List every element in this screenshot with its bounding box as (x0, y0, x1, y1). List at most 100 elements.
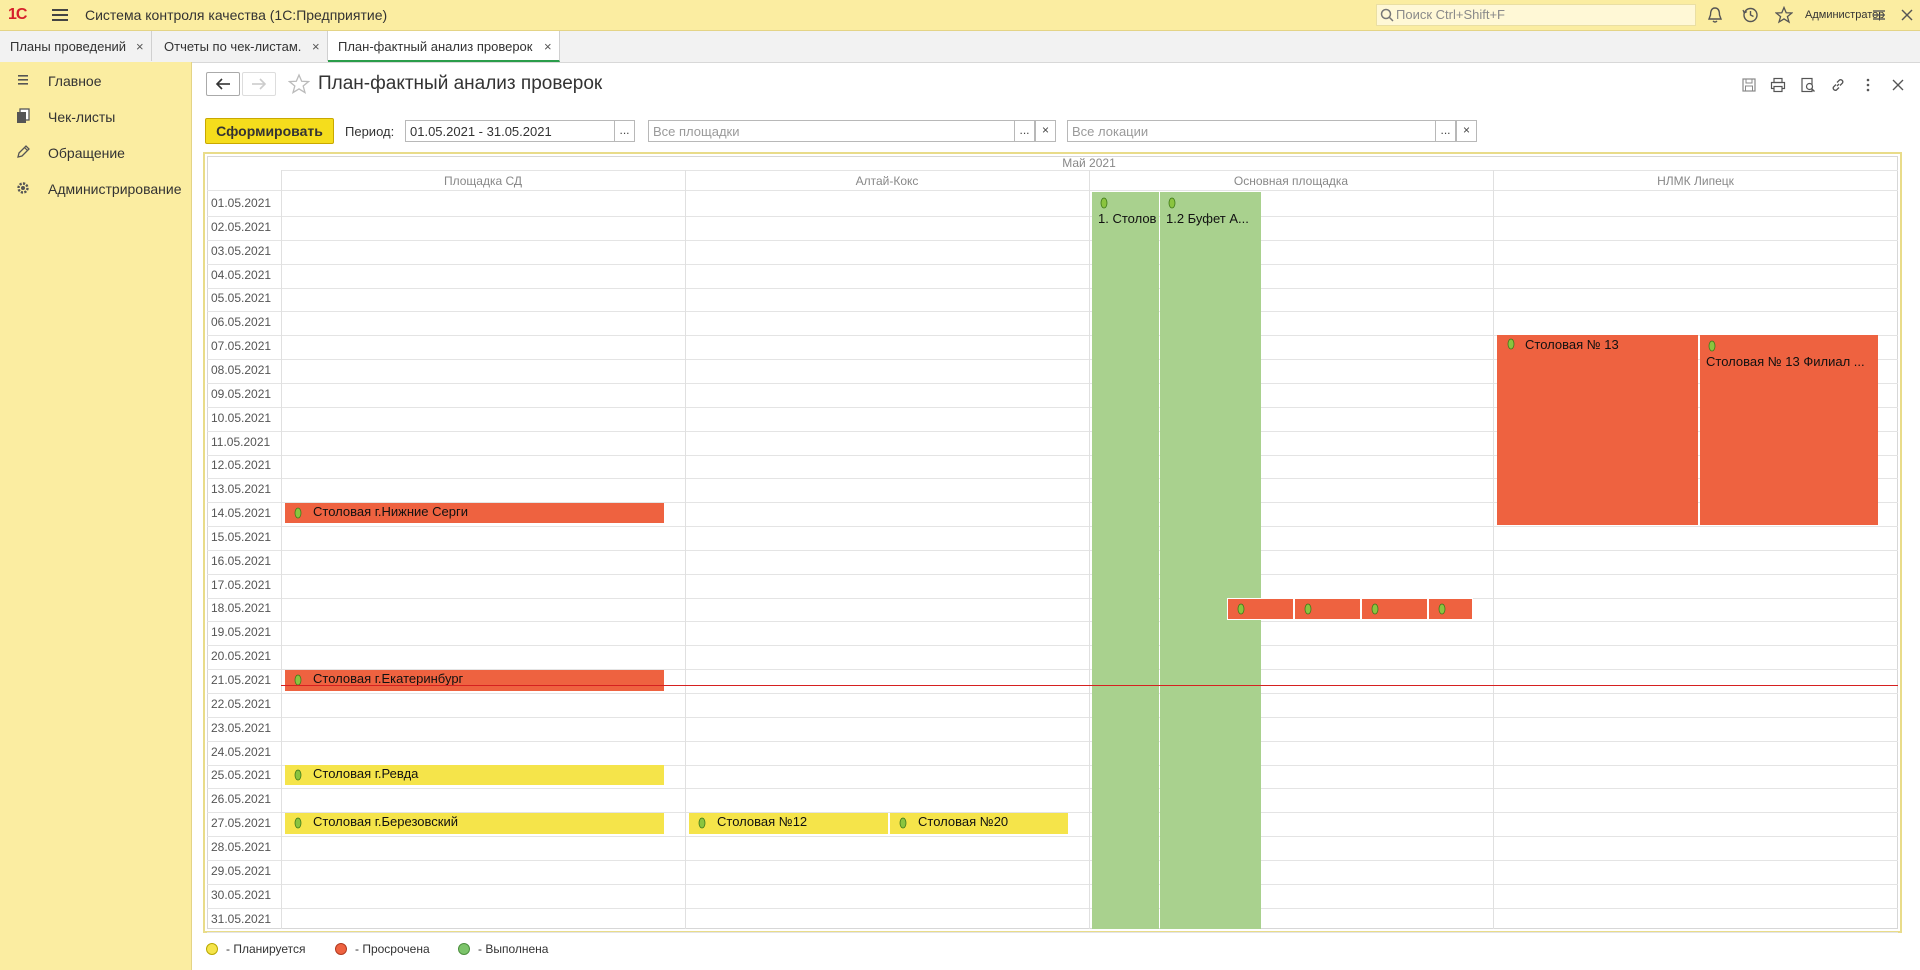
date-label: 27.05.2021 (211, 816, 272, 830)
search-icon (1380, 8, 1394, 22)
back-button[interactable] (206, 72, 240, 96)
sites-clear-button[interactable]: × (1035, 120, 1056, 142)
event-bar-overdue[interactable]: Столовая № 13 (1497, 335, 1698, 525)
event-bar-overdue[interactable] (1227, 598, 1294, 620)
date-label: 18.05.2021 (211, 601, 272, 615)
sites-field[interactable]: Все площадки (648, 120, 1015, 142)
legend-dot-done (458, 943, 470, 955)
history-icon[interactable] (1741, 6, 1759, 24)
print-icon[interactable] (1770, 77, 1786, 93)
grid-hline (207, 550, 1898, 551)
tab-checklist-reports[interactable]: Отчеты по чек-листам. × (152, 31, 328, 61)
date-label: 22.05.2021 (211, 697, 272, 711)
date-label: 24.05.2021 (211, 745, 272, 759)
event-bar-planned[interactable]: Столовая №20 (890, 813, 1068, 834)
event-label: 1.2 Буфет А... (1166, 211, 1249, 226)
sidebar-item-label: Обращение (48, 145, 125, 161)
tab-bar: Планы проведений × Отчеты по чек-листам.… (0, 31, 1920, 63)
grid-hline (207, 526, 1898, 527)
event-label: Столовая г.Екатеринбург (313, 671, 464, 686)
event-bar-overdue[interactable] (1428, 598, 1473, 620)
event-bar-done[interactable]: 1.2 Буфет А... (1160, 192, 1261, 929)
grid-hline (207, 311, 1898, 312)
tab-close-icon[interactable]: × (544, 39, 552, 54)
event-bar-overdue[interactable] (1294, 598, 1361, 620)
grid-hline (207, 932, 1898, 933)
period-field[interactable]: 01.05.2021 - 31.05.2021 (405, 120, 615, 142)
leaf-icon (1304, 603, 1312, 615)
event-label: Столовая № 13 Филиал ... (1706, 354, 1865, 369)
sidebar-item-administration[interactable]: Администрирование (0, 173, 190, 203)
sidebar: Главное Чек-листы Обращение Администриро… (0, 62, 192, 970)
legend-dot-overdue (335, 943, 347, 955)
grid-hline (207, 190, 1898, 191)
favorites-star-icon[interactable] (1775, 6, 1793, 24)
documents-icon (15, 108, 31, 124)
event-bar-planned[interactable]: Столовая г.Березовский (285, 813, 664, 834)
grid-vline (1089, 170, 1090, 929)
grid-hline (207, 884, 1898, 885)
event-bar-done[interactable]: 1. Столов (1092, 192, 1159, 929)
sidebar-item-checklists[interactable]: Чек-листы (0, 101, 190, 131)
locations-field[interactable]: Все локации (1067, 120, 1436, 142)
grid-hline (207, 574, 1898, 575)
leaf-icon (1371, 603, 1379, 615)
date-label: 16.05.2021 (211, 554, 272, 568)
tab-label: Отчеты по чек-листам. (164, 39, 302, 54)
more-menu-icon[interactable] (1870, 6, 1888, 24)
event-label: Столовая №20 (918, 814, 1009, 829)
tab-close-icon[interactable]: × (136, 39, 144, 54)
today-line (281, 685, 1898, 686)
column-header-nlmk-lipetsk: НЛМК Липецк (1657, 174, 1734, 188)
date-label: 11.05.2021 (211, 435, 271, 449)
date-label: 10.05.2021 (211, 411, 272, 425)
date-label: 13.05.2021 (211, 482, 272, 496)
event-bar-overdue[interactable]: Столовая № 13 Филиал ... (1700, 335, 1878, 525)
date-label: 07.05.2021 (211, 339, 272, 353)
save-icon[interactable] (1741, 77, 1757, 93)
sidebar-item-label: Главное (48, 73, 102, 89)
app-logo[interactable]: 1С (8, 6, 27, 24)
add-to-favorites-star-icon[interactable] (288, 73, 310, 95)
more-actions-icon[interactable] (1860, 77, 1876, 93)
period-select-button[interactable]: ... (614, 120, 635, 142)
app-title: Система контроля качества (1С:Предприяти… (85, 7, 388, 23)
date-label: 25.05.2021 (211, 768, 272, 782)
leaf-icon (1168, 197, 1176, 209)
event-bar-overdue[interactable]: Столовая г.Екатеринбург (285, 670, 664, 691)
sidebar-item-requests[interactable]: Обращение (0, 137, 190, 167)
grid-hline (207, 621, 1898, 622)
tab-plan-fact-analysis[interactable]: План-фактный анализ проверок × (328, 31, 560, 62)
date-label: 23.05.2021 (211, 721, 272, 735)
column-header-main-site: Основная площадка (1233, 174, 1349, 188)
event-label: Столовая г.Нижние Серги (313, 504, 468, 519)
preview-icon[interactable] (1800, 77, 1816, 93)
date-label: 15.05.2021 (211, 530, 272, 544)
bell-icon[interactable] (1706, 6, 1724, 24)
generate-report-button[interactable]: Сформировать (205, 118, 334, 144)
event-bar-planned[interactable]: Столовая №12 (689, 813, 888, 834)
locations-clear-button[interactable]: × (1456, 120, 1477, 142)
hamburger-menu-icon[interactable] (52, 8, 68, 22)
event-bar-overdue[interactable] (1361, 598, 1428, 620)
tab-plans[interactable]: Планы проведений × (0, 31, 152, 61)
sidebar-item-label: Чек-листы (48, 109, 116, 125)
link-icon[interactable] (1830, 77, 1846, 93)
sidebar-item-main[interactable]: Главное (0, 65, 190, 95)
search-placeholder: Поиск Ctrl+Shift+F (1396, 7, 1505, 22)
locations-select-button[interactable]: ... (1435, 120, 1456, 142)
date-label: 06.05.2021 (211, 315, 272, 329)
leaf-icon (899, 817, 907, 829)
close-form-icon[interactable] (1890, 77, 1906, 93)
event-bar-planned[interactable]: Столовая г.Ревда (285, 765, 664, 785)
arrow-left-icon (215, 78, 230, 90)
event-bar-overdue[interactable]: Столовая г.Нижние Серги (285, 503, 664, 523)
leaf-icon (1100, 197, 1108, 209)
window-close-icon[interactable] (1898, 6, 1916, 24)
sites-select-button[interactable]: ... (1014, 120, 1035, 142)
leaf-icon (1708, 340, 1716, 352)
tab-close-icon[interactable]: × (312, 39, 320, 54)
forward-button[interactable] (242, 72, 276, 96)
tab-label: Планы проведений (10, 39, 127, 54)
grid-hline (207, 264, 1898, 265)
